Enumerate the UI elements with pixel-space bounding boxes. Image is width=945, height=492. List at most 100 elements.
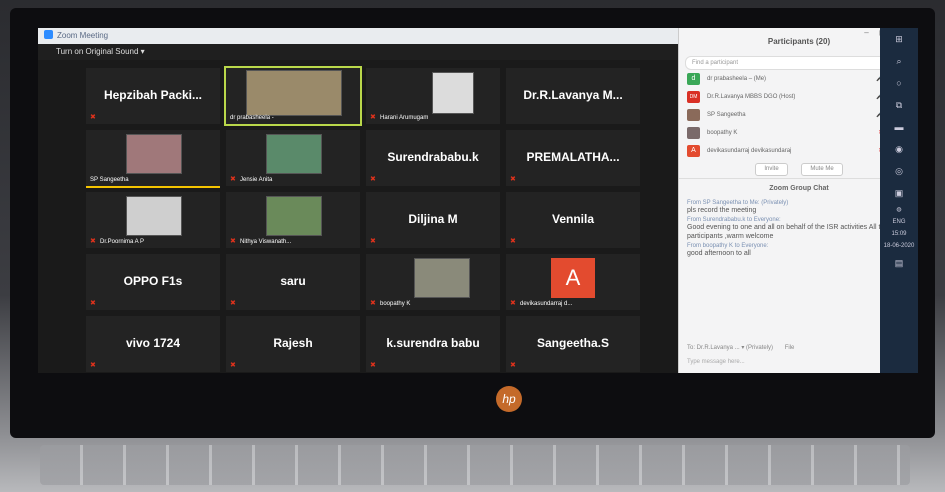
chat-text: Good evening to one and all on behalf of… xyxy=(687,224,889,240)
participant-name: boopathy K xyxy=(707,130,738,136)
clock-date[interactable]: 18-06-2020 xyxy=(880,240,918,252)
participant-avatar xyxy=(687,109,700,121)
mic-muted-icon: ✖ xyxy=(510,176,516,183)
video-tile[interactable]: Vennila ✖ xyxy=(506,192,640,248)
mic-muted-icon: ✖ xyxy=(510,362,516,369)
tile-label: SP Sangeetha xyxy=(90,177,129,183)
video-tile[interactable]: ✖ Harani Arumugam xyxy=(366,68,500,124)
tile-label: Nithya Viswanath... xyxy=(240,239,292,245)
invite-button[interactable]: Invite xyxy=(755,163,788,176)
zoom-titlebar: Zoom Meeting xyxy=(38,28,678,44)
video-tile[interactable]: Rajesh ✖ xyxy=(226,316,360,372)
notifications-icon[interactable]: ▤ xyxy=(880,252,918,274)
sound-bar: Turn on Original Sound ▾ xyxy=(38,44,678,60)
mic-muted-icon: ✖ xyxy=(370,300,376,307)
video-tile[interactable]: Surendrababu.k ✖ xyxy=(366,130,500,186)
participant-video xyxy=(246,70,342,116)
tile-name: Sangeetha.S xyxy=(536,336,610,350)
window-title: Zoom Meeting xyxy=(57,31,109,40)
mic-muted-icon: ✖ xyxy=(370,362,376,369)
whatsapp-icon[interactable]: ◎ xyxy=(880,160,918,182)
video-tile[interactable]: PREMALATHA... ✖ xyxy=(506,130,640,186)
video-tile[interactable]: SP Sangeetha xyxy=(86,130,220,188)
video-tile[interactable]: k.surendra babu ✖ xyxy=(366,316,500,372)
mic-muted-icon: ✖ xyxy=(370,238,376,245)
tile-name: PREMALATHA... xyxy=(526,150,620,164)
mic-muted-icon: ✖ xyxy=(510,300,516,307)
task-view-icon[interactable]: ⧉ xyxy=(880,94,918,116)
tile-name: saru xyxy=(280,274,306,288)
chat-text: pls record the meeting xyxy=(687,207,757,214)
tile-name: Rajesh xyxy=(273,336,313,350)
gallery-grid: Hepzibah Packi... ✖ dr prabasheela - ✖ H… xyxy=(86,66,678,372)
mic-muted-icon: ✖ xyxy=(230,362,236,369)
hp-logo: hp xyxy=(496,386,522,412)
medical-logo-image xyxy=(126,196,182,236)
keyboard xyxy=(40,445,910,485)
mic-muted-icon: ✖ xyxy=(370,114,376,121)
chat-recipient-select[interactable]: To: Dr.R.Lavanya ... ▾ (Privately) File xyxy=(687,344,794,351)
mic-muted-icon: ✖ xyxy=(90,114,96,121)
profile-photo xyxy=(266,134,322,174)
participant-search-input[interactable]: Find a participant xyxy=(685,56,913,70)
original-sound-button[interactable]: Turn on Original Sound ▾ xyxy=(56,47,145,56)
search-icon[interactable]: ⌕ xyxy=(880,50,918,72)
profile-sketch-image xyxy=(432,72,474,114)
clock-time[interactable]: 15:09 xyxy=(880,228,918,240)
video-tile[interactable]: saru ✖ xyxy=(226,254,360,310)
tile-name: vivo 1724 xyxy=(125,336,181,350)
video-tile[interactable]: Sangeetha.S ✖ xyxy=(506,316,640,372)
mute-me-button[interactable]: Mute Me xyxy=(801,163,843,176)
tile-name: OPPO F1s xyxy=(123,274,183,288)
chrome-icon[interactable]: ◉ xyxy=(880,138,918,160)
tile-name: Diljina M xyxy=(408,212,458,226)
tile-label: devikasundarraj d... xyxy=(520,301,573,307)
profile-photo xyxy=(266,196,322,236)
laptop-body: Zoom Meeting Turn on Original Sound ▾ He… xyxy=(0,0,945,492)
cortana-icon[interactable]: ○ xyxy=(880,72,918,94)
video-tile[interactable]: ✖ boopathy K xyxy=(366,254,500,310)
video-tile[interactable]: OPPO F1s ✖ xyxy=(86,254,220,310)
windows-taskbar: ⊞ ⌕ ○ ⧉ ▬ ◉ ◎ ▣ ◍ ENG 15:09 18-06-2020 ▤ xyxy=(880,28,918,373)
tile-label: Dr.Poornima A P xyxy=(100,239,145,245)
video-tile[interactable]: Dr.R.Lavanya M... xyxy=(506,68,640,124)
windows-start-icon[interactable]: ⊞ xyxy=(880,28,918,50)
video-tile[interactable]: ✖ Dr.Poornima A P xyxy=(86,192,220,248)
mic-muted-icon: ✖ xyxy=(370,176,376,183)
video-tile[interactable]: vivo 1724 ✖ xyxy=(86,316,220,372)
screen: Zoom Meeting Turn on Original Sound ▾ He… xyxy=(38,28,918,373)
language-indicator[interactable]: ENG xyxy=(880,216,918,228)
tile-name: Vennila xyxy=(551,212,595,226)
tile-label: Harani Arumugam xyxy=(380,115,429,121)
participant-name: dr prabasheela – (Me) xyxy=(707,76,767,82)
network-icon[interactable]: ◍ xyxy=(880,204,918,216)
tile-label: dr prabasheela - xyxy=(230,115,274,121)
chat-input[interactable]: Type message here... xyxy=(687,359,745,365)
video-tile[interactable]: Hepzibah Packi... ✖ xyxy=(86,68,220,124)
video-tile[interactable]: ✖ Jensie Anita xyxy=(226,130,360,186)
mic-muted-icon: ✖ xyxy=(230,238,236,245)
mic-muted-icon: ✖ xyxy=(90,300,96,307)
mic-muted-icon: ✖ xyxy=(90,362,96,369)
video-tile[interactable]: ✖ Nithya Viswanath... xyxy=(226,192,360,248)
tile-label: Jensie Anita xyxy=(240,177,273,183)
mic-muted-icon: ✖ xyxy=(230,176,236,183)
tile-name: Dr.R.Lavanya M... xyxy=(523,88,623,102)
mic-muted-icon: ✖ xyxy=(230,300,236,307)
tile-name: Surendrababu.k xyxy=(387,150,479,164)
tile-name: Hepzibah Packi... xyxy=(103,88,203,102)
participant-name: devikasundarraj devikasundaraj xyxy=(707,148,792,154)
file-explorer-icon[interactable]: ▬ xyxy=(880,116,918,138)
participant-name: Dr.R.Lavanya MBBS DGO (Host) xyxy=(707,94,796,100)
video-tile-active-speaker[interactable]: dr prabasheela - xyxy=(224,66,362,126)
zoom-taskbar-icon[interactable]: ▣ xyxy=(880,182,918,204)
chat-to-label: To: Dr.R.Lavanya ... ▾ (Privately) xyxy=(687,345,774,351)
file-button[interactable]: File xyxy=(785,345,795,351)
participant-avatar xyxy=(687,127,700,139)
chat-text: good afternoon to all xyxy=(687,250,751,257)
profile-photo xyxy=(414,258,470,298)
zoom-logo-icon xyxy=(44,30,53,39)
tile-name: k.surendra babu xyxy=(386,336,480,350)
video-tile[interactable]: A ✖ devikasundarraj d... xyxy=(506,254,640,310)
video-tile[interactable]: Diljina M ✖ xyxy=(366,192,500,248)
